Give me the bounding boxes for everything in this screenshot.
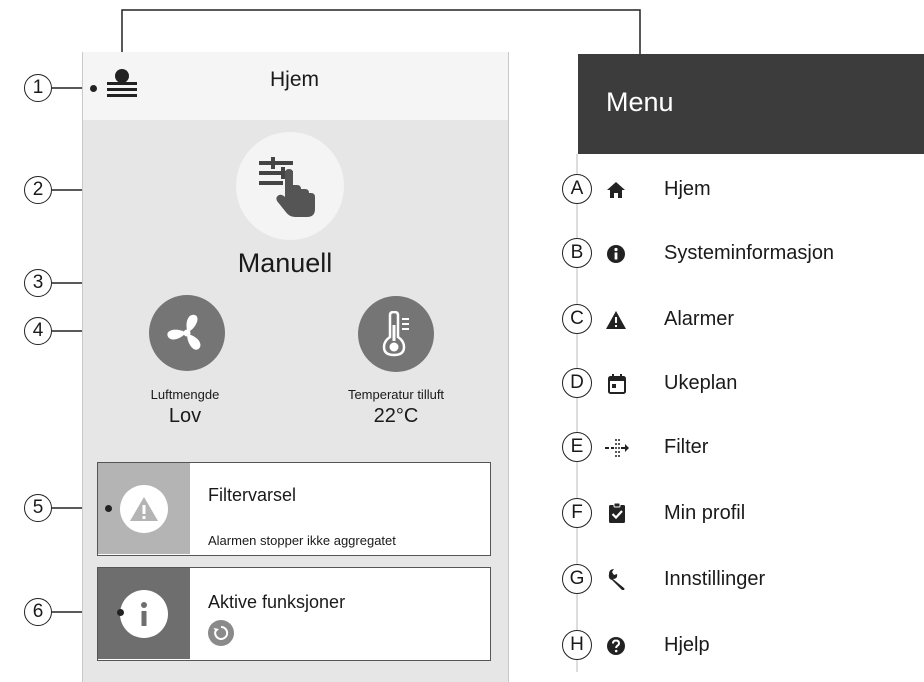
menu-item-systeminfo[interactable]: B Systeminformasjon [560,236,920,270]
active-functions-card[interactable]: Aktive funksjoner [97,567,491,661]
menu-label: Filter [664,436,709,458]
filter-warning-subtitle: Alarmen stopper ikke aggregatet [208,533,396,548]
refresh-icon [208,620,234,646]
warning-icon [120,485,168,533]
menu-item-help[interactable]: H Hjelp [560,628,920,662]
callout-2: 2 [24,176,52,204]
callout-3: 3 [24,269,52,297]
help-icon [607,637,625,655]
calendar-icon [608,374,626,394]
menu-letter: A [562,174,592,204]
menu-letter: C [562,304,592,334]
active-functions-title: Aktive funksjoner [208,592,346,612]
menu-label: Min profil [664,502,746,524]
callout-5: 5 [24,494,52,522]
info-icon [607,245,625,263]
callout-dot [90,85,97,92]
filter-warning-card[interactable]: Filtervarsel Alarmen stopper ikke aggreg… [97,462,491,556]
airflow-value: Lov [168,405,202,427]
menu-letter: B [562,238,592,268]
filter-warning-title: Filtervarsel [208,485,297,505]
menu-letter: H [562,630,592,660]
manual-mode-icon [259,157,315,217]
airflow-label: Luftmengde [150,387,220,402]
airflow-button[interactable] [149,295,225,371]
temperature-value: 22°C [373,405,419,427]
warning-icon [606,311,626,329]
menu-item-weekplan[interactable]: D Ukeplan [560,366,920,400]
menu-letter: E [562,432,592,462]
menu-item-alarms[interactable]: C Alarmer [560,302,920,336]
menu-label: Ukeplan [664,372,738,394]
mode-label: Manuell [237,248,333,278]
callout-4: 4 [24,317,52,345]
fan-icon [167,314,201,350]
menu-item-filter[interactable]: E Filter [560,430,920,464]
clipboard-check-icon [609,502,625,523]
menu-letter: D [562,368,592,398]
temperature-label: Temperatur tilluft [347,387,445,402]
wrench-icon [608,569,625,590]
menu-label: Alarmer [664,308,735,330]
menu-item-home[interactable]: A Hjem [560,172,920,206]
info-icon [120,590,168,638]
menu-label: Hjem [664,178,711,200]
menu-letter: F [562,498,592,528]
menu-label: Innstillinger [664,568,766,590]
callout-6: 6 [24,598,52,626]
thermometer-icon [382,311,409,357]
callout-dot [117,609,124,616]
menu-item-profile[interactable]: F Min profil [560,496,920,530]
menu-item-settings[interactable]: G Innstillinger [560,562,920,596]
callout-1: 1 [24,74,52,102]
home-icon [607,182,625,198]
temperature-button[interactable] [358,296,434,372]
mode-button[interactable] [236,132,344,240]
filter-icon [605,439,629,457]
callout-dot [105,505,112,512]
menu-letter: G [562,564,592,594]
menu-title: Menu [606,87,674,117]
page-title: Hjem [269,68,319,91]
menu-label: Hjelp [664,634,710,656]
menu-label: Systeminformasjon [664,242,835,264]
